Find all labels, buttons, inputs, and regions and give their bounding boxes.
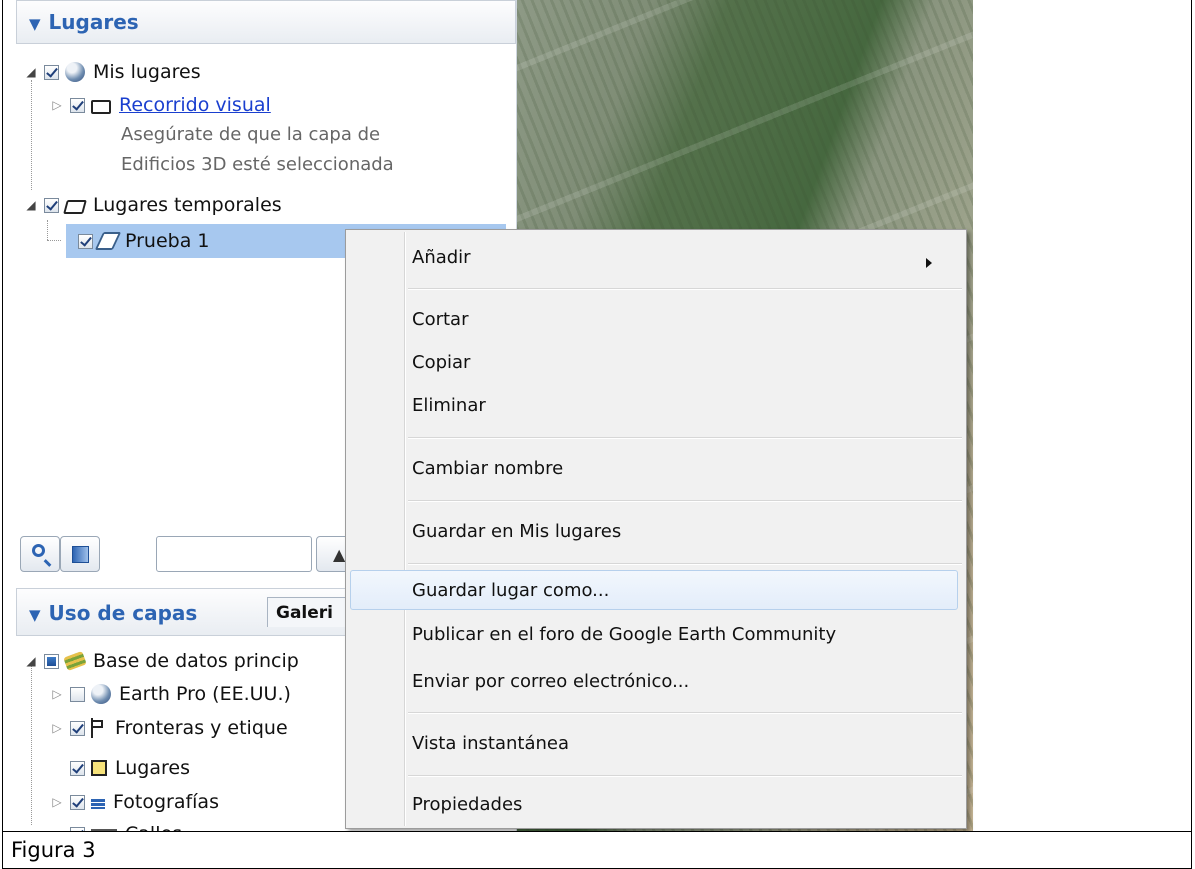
search-button[interactable] (20, 536, 60, 572)
layers-icon (63, 651, 87, 671)
expand-arrow-icon[interactable]: ◢ (24, 65, 38, 79)
menu-separator (408, 288, 962, 290)
tour-note-line-1: Asegúrate de que la capa de (121, 124, 381, 145)
tree-item-recorrido-visual[interactable]: ▷ Recorrido visual (50, 89, 271, 121)
tree-item-label: Prueba 1 (125, 230, 210, 252)
checkbox[interactable] (70, 97, 85, 113)
menu-separator (408, 563, 962, 565)
menu-item-snapshot-view[interactable]: Vista instantánea (412, 733, 569, 754)
menu-item-rename[interactable]: Cambiar nombre (412, 458, 563, 479)
expand-arrow-icon[interactable]: ◢ (24, 654, 38, 668)
layer-label: Fronteras y etique (115, 717, 288, 739)
tour-link[interactable]: Recorrido visual (119, 94, 271, 116)
layer-label: Base de datos princip (93, 650, 299, 672)
menu-item-email[interactable]: Enviar por correo electrónico... (412, 671, 689, 692)
menu-item-label: Añadir (412, 247, 471, 268)
menu-separator (408, 437, 962, 439)
search-icon (32, 544, 45, 557)
layer-earth-pro[interactable]: ▷ Earth Pro (EE.UU.) (50, 678, 291, 710)
menu-item-save-to-my-places[interactable]: Guardar en Mis lugares (412, 521, 621, 542)
expand-arrow-icon[interactable]: ▷ (50, 795, 64, 809)
checkbox[interactable] (70, 720, 85, 736)
folder-icon (91, 99, 111, 114)
menu-item-properties[interactable]: Propiedades (412, 794, 522, 815)
menu-item-copy[interactable]: Copiar (412, 352, 470, 373)
photo-icon (91, 799, 105, 809)
globe-icon (91, 684, 111, 704)
places-panel-title-wrap: ▼ Lugares (29, 10, 139, 34)
panel-toggle-button[interactable] (60, 536, 100, 572)
tree-item-prueba-1[interactable]: Prueba 1 (78, 225, 210, 257)
menu-separator (408, 712, 962, 714)
menu-item-add[interactable]: Añadir (350, 236, 958, 276)
layer-label: Earth Pro (EE.UU.) (119, 683, 291, 705)
expand-arrow-icon[interactable]: ▷ (50, 721, 64, 735)
layer-label: Lugares (115, 757, 190, 779)
context-menu: Añadir Cortar Copiar Eliminar Cambiar no… (345, 229, 967, 829)
checkbox[interactable] (70, 794, 85, 810)
open-folder-icon (63, 199, 87, 214)
search-input[interactable] (156, 536, 312, 572)
screenshot-frame: ▼ Lugares ◢ Mis lugares ▷ Recorrido visua… (2, 0, 1192, 832)
polygon-icon (94, 232, 122, 250)
tree-connector (47, 220, 48, 240)
expand-arrow-icon[interactable]: ▷ (50, 98, 64, 112)
tree-connector (31, 665, 32, 825)
blank-area (973, 0, 1191, 831)
globe-icon (65, 62, 85, 82)
expand-arrow-icon[interactable]: ▷ (50, 687, 64, 701)
tree-item-lugares-temporales[interactable]: ◢ Lugares temporales (24, 189, 282, 221)
collapse-triangle-icon[interactable]: ▼ (29, 15, 41, 33)
layer-label: Fotografías (113, 791, 219, 813)
layer-streets[interactable]: Calles (70, 818, 182, 831)
checkbox[interactable] (44, 197, 59, 213)
menu-icon-gutter (404, 232, 406, 826)
figure-caption: Figura 3 (2, 831, 1192, 869)
tree-item-mis-lugares[interactable]: ◢ Mis lugares (24, 56, 201, 88)
tree-item-label: Lugares temporales (93, 194, 282, 216)
menu-separator (408, 500, 962, 502)
flag-icon (91, 718, 107, 738)
submenu-arrow-icon (926, 258, 932, 268)
tour-note-line-2: Edificios 3D esté seleccionada (121, 154, 394, 175)
panel-icon (72, 546, 89, 563)
layer-places[interactable]: Lugares (70, 752, 190, 784)
tree-item-label: Mis lugares (93, 61, 201, 83)
checkbox[interactable] (78, 233, 93, 249)
layer-borders-labels[interactable]: ▷ Fronteras y etique (50, 712, 288, 744)
place-marker-icon (91, 760, 107, 776)
menu-item-post-to-community[interactable]: Publicar en el foro de Google Earth Comm… (412, 624, 836, 645)
tree-connector (31, 80, 32, 190)
layer-primary-database[interactable]: ◢ Base de datos princip (24, 645, 299, 677)
checkbox[interactable] (70, 686, 85, 702)
checkbox[interactable] (44, 64, 59, 80)
up-arrow-icon: ▲ (333, 545, 346, 564)
tree-connector (47, 240, 61, 241)
menu-item-save-place-as[interactable]: Guardar lugar como... (412, 580, 609, 601)
places-panel-header[interactable]: ▼ Lugares (16, 0, 516, 44)
checkbox[interactable] (70, 760, 85, 776)
layers-panel-title: Uso de capas (48, 601, 198, 625)
layers-panel-title-wrap: ▼ Uso de capas (29, 601, 197, 625)
checkbox[interactable] (44, 653, 59, 669)
layer-photos[interactable]: ▷ Fotografías (50, 786, 219, 818)
collapse-triangle-icon[interactable]: ▼ (29, 606, 41, 624)
menu-item-cut[interactable]: Cortar (412, 309, 468, 330)
expand-arrow-icon[interactable]: ◢ (24, 198, 38, 212)
menu-separator (408, 775, 962, 777)
menu-item-delete[interactable]: Eliminar (412, 395, 486, 416)
places-panel-title: Lugares (48, 10, 139, 34)
